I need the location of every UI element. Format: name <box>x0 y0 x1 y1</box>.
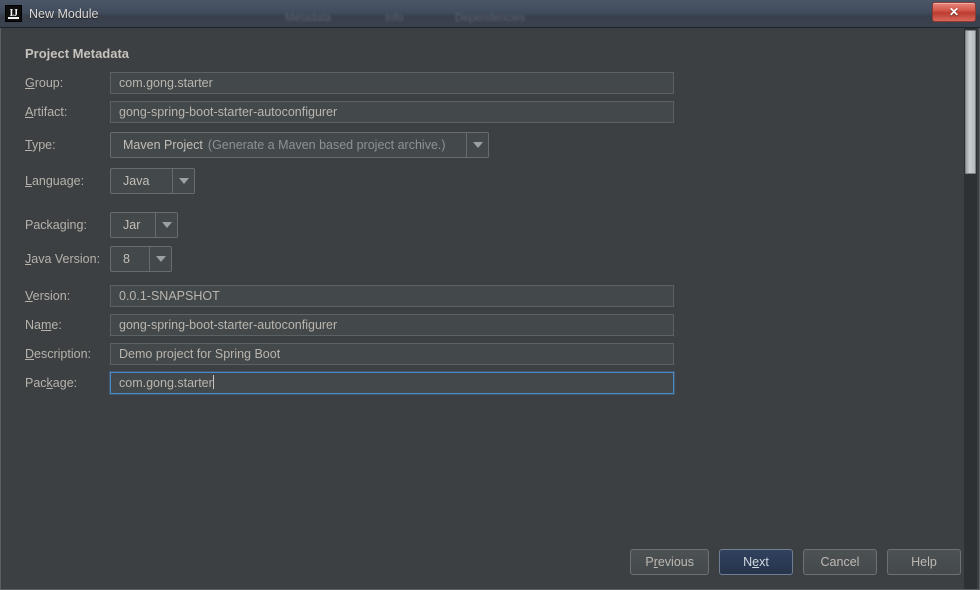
window-titlebar[interactable]: Metadata Info Dependencies IJ New Module… <box>0 0 980 28</box>
label-version: Version: <box>25 285 107 307</box>
input-package[interactable]: com.gong.starter <box>110 372 674 394</box>
titlebar-left-group: IJ New Module <box>0 5 98 22</box>
chevron-down-icon[interactable] <box>155 213 177 237</box>
vertical-scrollbar[interactable] <box>964 28 977 589</box>
background-window-bleed: Metadata Info Dependencies <box>170 12 610 26</box>
input-value-package: com.gong.starter <box>119 376 213 390</box>
ghost-tab-0: Metadata <box>285 12 331 24</box>
chevron-down-glyph <box>156 256 166 262</box>
combobox-language[interactable]: Java <box>110 168 195 194</box>
ghost-tab-2: Dependencies <box>455 12 525 24</box>
combobox-value-language: Java <box>111 169 172 193</box>
combobox-java-version[interactable]: 8 <box>110 246 172 272</box>
combobox-value-packaging: Jar <box>111 213 155 237</box>
dialog-content: Project Metadata Group: com.gong.starter A… <box>0 28 980 590</box>
combobox-packaging[interactable]: Jar <box>110 212 178 238</box>
input-value-name: gong-spring-boot-starter-autoconfigurer <box>119 318 337 332</box>
help-button[interactable]: Help <box>887 549 961 575</box>
ghost-tab-1: Info <box>385 12 403 24</box>
input-value-description: Demo project for Spring Boot <box>119 347 280 361</box>
label-artifact: Artifact: <box>25 101 107 123</box>
chevron-down-glyph <box>473 142 483 148</box>
chevron-down-icon[interactable] <box>466 133 488 157</box>
cancel-button[interactable]: Cancel <box>803 549 877 575</box>
label-java-version: Java Version: <box>25 248 107 270</box>
input-name[interactable]: gong-spring-boot-starter-autoconfigurer <box>110 314 674 336</box>
input-version[interactable]: 0.0.1-SNAPSHOT <box>110 285 674 307</box>
combobox-value-java-version: 8 <box>111 247 149 271</box>
input-description[interactable]: Demo project for Spring Boot <box>110 343 674 365</box>
combobox-value-type: Maven Project(Generate a Maven based pro… <box>111 133 466 157</box>
label-type: Type: <box>25 134 107 156</box>
text-caret <box>213 375 214 389</box>
label-name: Name: <box>25 314 107 336</box>
label-package: Package: <box>25 372 107 394</box>
input-value-group: com.gong.starter <box>119 76 213 90</box>
previous-button[interactable]: Previous <box>630 549 709 575</box>
intellij-idea-icon: IJ <box>5 5 22 22</box>
input-artifact[interactable]: gong-spring-boot-starter-autoconfigurer <box>110 101 674 123</box>
combobox-type[interactable]: Maven Project(Generate a Maven based pro… <box>110 132 489 158</box>
close-icon[interactable]: ✕ <box>932 2 976 22</box>
scrollbar-thumb[interactable] <box>965 30 976 174</box>
label-language: Language: <box>25 170 107 192</box>
input-value-version: 0.0.1-SNAPSHOT <box>119 289 220 303</box>
chevron-down-glyph <box>179 178 189 184</box>
label-group: Group: <box>25 72 107 94</box>
input-group[interactable]: com.gong.starter <box>110 72 674 94</box>
next-button[interactable]: Next <box>719 549 793 575</box>
combobox-hint-type: (Generate a Maven based project archive.… <box>208 138 446 152</box>
chevron-down-icon[interactable] <box>149 247 171 271</box>
label-packaging: Packaging: <box>25 214 107 236</box>
label-description: Description: <box>25 343 107 365</box>
section-title-project-metadata: Project Metadata <box>25 46 129 61</box>
window-title: New Module <box>29 7 98 21</box>
dialog-button-bar: Previous Next Cancel Help <box>630 549 961 575</box>
chevron-down-icon[interactable] <box>172 169 194 193</box>
input-value-artifact: gong-spring-boot-starter-autoconfigurer <box>119 105 337 119</box>
new-module-dialog: Metadata Info Dependencies IJ New Module… <box>0 0 980 590</box>
chevron-down-glyph <box>162 222 172 228</box>
